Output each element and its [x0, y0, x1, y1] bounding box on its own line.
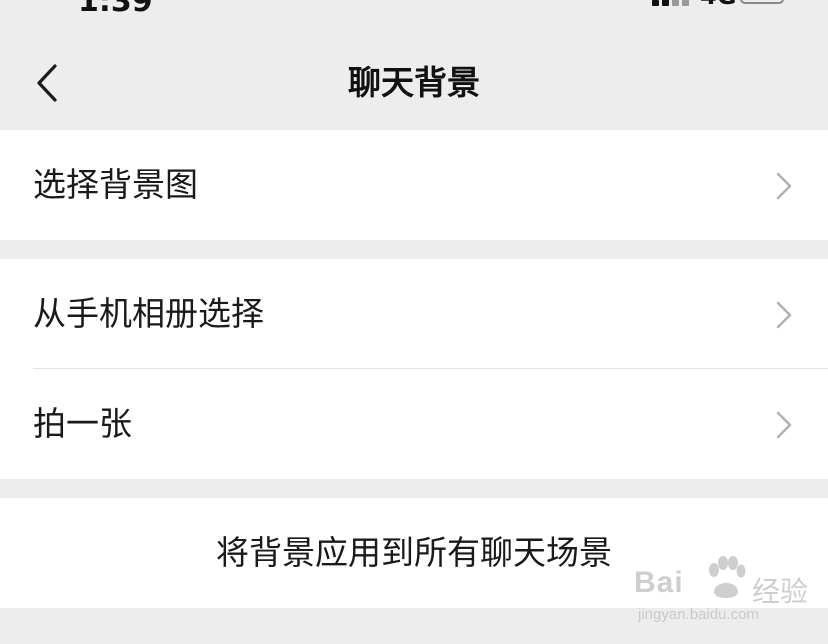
- battery-icon: [740, 0, 784, 4]
- status-bar: 1:39 4G: [0, 0, 828, 22]
- settings-group-background-image: 选择背景图: [0, 130, 828, 240]
- row-label: 从手机相册选择: [33, 294, 264, 333]
- choose-from-album-row[interactable]: 从手机相册选择: [0, 259, 828, 369]
- status-time: 1:39: [78, 0, 153, 19]
- settings-group-photo-source: 从手机相册选择 拍一张: [0, 259, 828, 479]
- navigation-bar: 聊天背景: [0, 38, 828, 128]
- row-label: 拍一张: [33, 404, 132, 443]
- select-background-image-row[interactable]: 选择背景图: [0, 130, 828, 240]
- apply-to-all-chats-button[interactable]: 将背景应用到所有聊天场景: [0, 498, 828, 608]
- settings-group-apply: 将背景应用到所有聊天场景: [0, 498, 828, 608]
- chevron-right-icon: [776, 172, 792, 200]
- row-label: 选择背景图: [33, 165, 198, 204]
- signal-strength-icon: [652, 0, 692, 6]
- network-type: 4G: [700, 0, 736, 10]
- chevron-right-icon: [776, 301, 792, 329]
- chevron-right-icon: [776, 411, 792, 439]
- watermark-url: jingyan.baidu.com: [638, 606, 759, 623]
- take-photo-row[interactable]: 拍一张: [0, 369, 828, 479]
- page-title: 聊天背景: [348, 63, 480, 102]
